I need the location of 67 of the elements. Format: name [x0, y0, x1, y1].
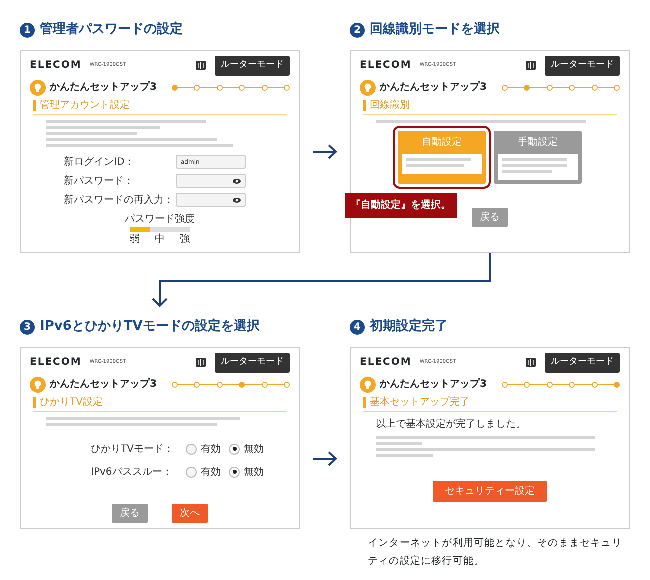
mode-tab[interactable]: ルーターモード [215, 353, 290, 372]
step-title: 回線識別モードを選択 [370, 20, 500, 40]
manual-book-icon[interactable] [195, 60, 207, 72]
step-title: 管理者パスワードの設定 [40, 20, 183, 40]
caption-text: インターネットが利用可能となり、そのままセキュリティの設定に移行可能。 [368, 536, 624, 569]
radio-label: 有効 [201, 442, 221, 456]
radio-button[interactable] [229, 444, 240, 454]
meter-label: パスワード強度 [125, 212, 195, 226]
field-label: 新ログインID： [64, 156, 136, 170]
step-title: 初期設定完了 [370, 318, 448, 336]
radio-label: 有効 [201, 466, 221, 480]
manual-book-icon[interactable] [525, 357, 537, 368]
radio-button[interactable] [186, 444, 197, 454]
meter-mark: 中 [155, 232, 165, 246]
section-heading: ひかりTV設定 [33, 396, 287, 408]
option-card[interactable]: 手動設定 [494, 130, 582, 184]
bulb-icon [360, 80, 376, 96]
eye-icon[interactable] [233, 198, 241, 202]
next-button[interactable]: セキュリティー設定 [433, 480, 547, 502]
step-number: 1 [20, 22, 35, 38]
brand-logo: ELECOM [30, 59, 82, 74]
manual-book-icon[interactable] [525, 60, 537, 72]
section-heading: 基本セットアップ完了 [363, 396, 617, 408]
message-text: 以上で基本設定が完了しました。 [376, 418, 527, 432]
brand-logo: ELECOM [360, 356, 412, 370]
callout-label: 『自動設定』を選択。 [345, 193, 457, 218]
option-title: 自動設定 [421, 136, 463, 150]
bulb-icon [30, 376, 46, 392]
input-field[interactable] [176, 193, 246, 207]
section-heading: 管理アカウント設定 [33, 100, 287, 110]
next-button[interactable]: 次へ [172, 504, 208, 522]
brand-logo: ELECOM [360, 59, 412, 74]
app-title: かんたんセットアップ3 [380, 80, 487, 95]
radio-label: 無効 [244, 466, 264, 480]
meter-mark: 強 [180, 232, 190, 246]
mode-tab[interactable]: ルーターモード [545, 56, 620, 76]
step-number: 4 [350, 320, 365, 334]
step-number: 2 [350, 22, 365, 38]
radio-button[interactable] [186, 466, 197, 478]
app-title: かんたんセットアップ3 [380, 377, 487, 392]
field-label: IPv6パススルー： [91, 466, 174, 480]
step-title: IPv6とひかりTVモードの設定を選択 [40, 318, 260, 336]
mode-tab[interactable]: ルーターモード [545, 353, 620, 372]
eye-icon[interactable] [233, 178, 241, 184]
strength-meter [130, 226, 190, 232]
input-field[interactable] [176, 174, 246, 188]
field-label: 新パスワードの再入力： [64, 194, 175, 208]
option-title: 手動設定 [517, 136, 559, 150]
mode-tab[interactable]: ルーターモード [215, 56, 290, 76]
radio-button[interactable] [229, 466, 240, 478]
app-title: かんたんセットアップ3 [50, 80, 157, 95]
field-label: 新パスワード： [64, 174, 135, 188]
bulb-icon [30, 80, 46, 96]
bulb-icon [360, 376, 376, 392]
field-label: ひかりTVモード： [91, 442, 175, 456]
app-title: かんたんセットアップ3 [50, 377, 157, 392]
meter-mark: 弱 [130, 232, 140, 246]
back-button[interactable]: 戻る [112, 504, 148, 522]
brand-logo: ELECOM [30, 356, 82, 370]
section-heading: 回線識別 [363, 100, 617, 110]
step-number: 3 [20, 320, 35, 334]
manual-book-icon[interactable] [195, 357, 207, 368]
right-arrow [313, 144, 338, 159]
option-card[interactable]: 自動設定 [398, 130, 486, 184]
radio-label: 無効 [244, 442, 264, 456]
right-arrow [313, 452, 338, 466]
back-button[interactable]: 戻る [472, 208, 508, 226]
